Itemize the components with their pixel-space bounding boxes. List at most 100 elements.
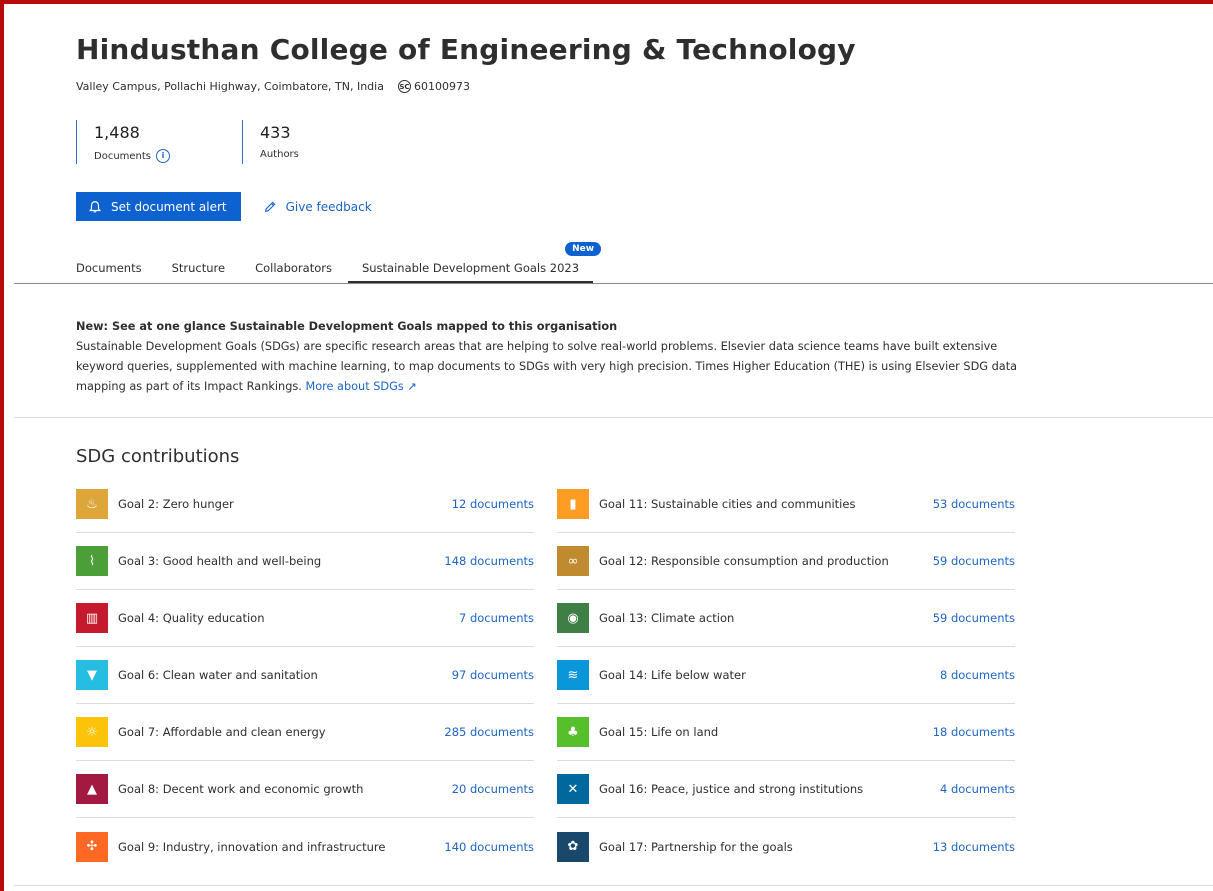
metric-documents: 1,488 Documents i	[76, 120, 242, 164]
infinity-icon: ∞	[557, 546, 589, 576]
set-document-alert-label: Set document alert	[111, 199, 227, 214]
sdg-documents-link[interactable]: 20 documents	[452, 782, 534, 796]
sdg-intro-body: Sustainable Development Goals (SDGs) are…	[76, 340, 1018, 393]
sdg-documents-link[interactable]: 140 documents	[444, 840, 534, 854]
sdg-row: ∞ Goal 12: Responsible consumption and pr…	[557, 533, 1015, 590]
dove-icon: ✕	[557, 774, 589, 804]
sdg-row: ▼ Goal 6: Clean water and sanitation 97 do…	[76, 647, 534, 704]
flower-icon: ✿	[557, 831, 589, 862]
metric-documents-value: 1,488	[94, 123, 140, 142]
tab-divider	[14, 283, 1213, 284]
city-icon: ▮	[557, 489, 589, 519]
sdg-row: ⌇ Goal 3: Good health and well-being 148 d…	[76, 533, 534, 590]
sdg-goal-label: Goal 4: Quality education	[118, 611, 265, 625]
fish-icon: ≋	[557, 660, 589, 690]
give-feedback-label: Give feedback	[285, 199, 372, 214]
sdg-goal-label: Goal 8: Decent work and economic growth	[118, 782, 364, 796]
metrics: 1,488 Documents i 433 Authors	[76, 120, 380, 164]
org-address-row: Valley Campus, Pollachi Highway, Coimbat…	[76, 78, 1196, 94]
info-icon[interactable]: i	[156, 149, 171, 163]
sdg-goal-label: Goal 7: Affordable and clean energy	[118, 725, 326, 739]
tree-icon: ♣	[557, 717, 589, 747]
sdg-row: ▲ Goal 8: Decent work and economic growth…	[76, 761, 534, 818]
intro-divider	[14, 417, 1213, 418]
tab-sdg-2023-label: Sustainable Development Goals 2023	[361, 261, 580, 275]
set-document-alert-button[interactable]: Set document alert	[76, 192, 241, 221]
tab-bar: Documents Structure Collaborators Sustai…	[76, 242, 623, 283]
metric-documents-label-row: Documents i	[94, 149, 242, 163]
sdg-documents-link[interactable]: 4 documents	[940, 782, 1015, 796]
org-id: 60100973	[413, 79, 470, 93]
metric-authors: 433 Authors	[242, 120, 380, 164]
sdg-documents-link[interactable]: 59 documents	[933, 611, 1015, 625]
sdg-documents-link[interactable]: 8 documents	[940, 668, 1015, 682]
sdg-row: ✕ Goal 16: Peace, justice and strong inst…	[557, 761, 1015, 818]
sdg-contributions-title: SDG contributions	[76, 446, 240, 467]
sdg-goal-label: Goal 6: Clean water and sanitation	[118, 668, 318, 682]
window-frame-left	[0, 0, 4, 891]
sdg-row: ✣ Goal 9: Industry, innovation and infras…	[76, 818, 534, 875]
sdg-documents-link[interactable]: 148 documents	[444, 554, 534, 568]
sdg-row: ♣ Goal 15: Life on land 18 documents	[557, 704, 1015, 761]
bell-icon	[89, 200, 101, 212]
sdg-row: ▮ Goal 11: Sustainable cities and communi…	[557, 476, 1015, 533]
tab-structure-label: Structure	[171, 261, 226, 275]
cup-icon: ▼	[76, 660, 108, 690]
more-about-sdgs-link[interactable]: More about SDGs ↗	[305, 380, 416, 393]
sdg-goal-label: Goal 17: Partnership for the goals	[599, 839, 793, 854]
sdg-documents-link[interactable]: 53 documents	[933, 497, 1015, 511]
growth-icon: ▲	[76, 774, 108, 804]
book-icon: ▥	[76, 603, 108, 633]
metric-authors-value: 433	[260, 123, 291, 142]
sdg-documents-link[interactable]: 285 documents	[444, 725, 534, 739]
bowl-icon: ♨	[76, 489, 108, 519]
sdg-documents-link[interactable]: 13 documents	[933, 840, 1015, 854]
sdg-goal-label: Goal 14: Life below water	[599, 668, 746, 682]
tab-collaborators-label: Collaborators	[255, 261, 332, 275]
sdg-goal-label: Goal 12: Responsible consumption and pro…	[599, 554, 889, 568]
sdg-documents-link[interactable]: 59 documents	[933, 554, 1015, 568]
metric-authors-label: Authors	[260, 149, 299, 160]
new-badge: New	[565, 242, 602, 256]
org-header: Hindusthan College of Engineering & Tech…	[76, 30, 1196, 94]
tab-sdg-2023[interactable]: Sustainable Development Goals 2023 New	[347, 242, 602, 283]
sdg-documents-link[interactable]: 97 documents	[452, 668, 534, 682]
tab-collaborators[interactable]: Collaborators	[255, 258, 332, 281]
sdg-intro: New: See at one glance Sustainable Devel…	[76, 317, 1036, 397]
sdg-row: ▥ Goal 4: Quality education 7 documents	[76, 590, 534, 647]
sdg-goal-label: Goal 13: Climate action	[599, 611, 735, 625]
sdg-goal-label: Goal 9: Industry, innovation and infrast…	[118, 839, 386, 854]
heartbeat-icon: ⌇	[76, 546, 108, 576]
metric-authors-label-row: Authors	[260, 149, 380, 160]
sun-icon: ☼	[76, 717, 108, 747]
cubes-icon: ✣	[76, 831, 108, 862]
bottom-divider	[14, 885, 1213, 886]
sdg-row: ✿ Goal 17: Partnership for the goals 13 do…	[557, 818, 1015, 875]
org-address: Valley Campus, Pollachi Highway, Coimbat…	[76, 79, 384, 93]
sdg-list-right: ▮ Goal 11: Sustainable cities and communi…	[557, 476, 1015, 875]
sdg-documents-link[interactable]: 7 documents	[459, 611, 534, 625]
give-feedback-link[interactable]: Give feedback	[263, 200, 372, 214]
sdg-goal-label: Goal 11: Sustainable cities and communit…	[599, 497, 856, 511]
eye-icon: ◉	[557, 603, 589, 633]
sdg-goal-label: Goal 15: Life on land	[599, 725, 719, 739]
window-frame-top	[0, 0, 1213, 4]
sdg-intro-heading: New: See at one glance Sustainable Devel…	[76, 320, 618, 333]
action-bar: Set document alert Give feedback	[76, 192, 372, 221]
sdg-row: ◉ Goal 13: Climate action 59 documents	[557, 590, 1015, 647]
tab-documents[interactable]: Documents	[76, 258, 142, 281]
pencil-icon	[264, 201, 275, 212]
page-title: Hindusthan College of Engineering & Tech…	[76, 33, 856, 66]
scopus-id-icon: SC	[397, 79, 411, 93]
sdg-row: ☼ Goal 7: Affordable and clean energy 285 …	[76, 704, 534, 761]
sdg-row: ≋ Goal 14: Life below water 8 documents	[557, 647, 1015, 704]
sdg-documents-link[interactable]: 18 documents	[933, 725, 1015, 739]
sdg-list-left: ♨ Goal 2: Zero hunger 12 documents ⌇ Goal 3:…	[76, 476, 534, 875]
sdg-documents-link[interactable]: 12 documents	[452, 497, 534, 511]
tab-documents-label: Documents	[76, 261, 142, 275]
sdg-goal-label: Goal 16: Peace, justice and strong insti…	[599, 782, 864, 796]
metric-documents-label: Documents	[94, 150, 152, 162]
sdg-row: ♨ Goal 2: Zero hunger 12 documents	[76, 476, 534, 533]
sdg-goal-label: Goal 2: Zero hunger	[118, 497, 234, 511]
tab-structure[interactable]: Structure	[172, 258, 226, 281]
